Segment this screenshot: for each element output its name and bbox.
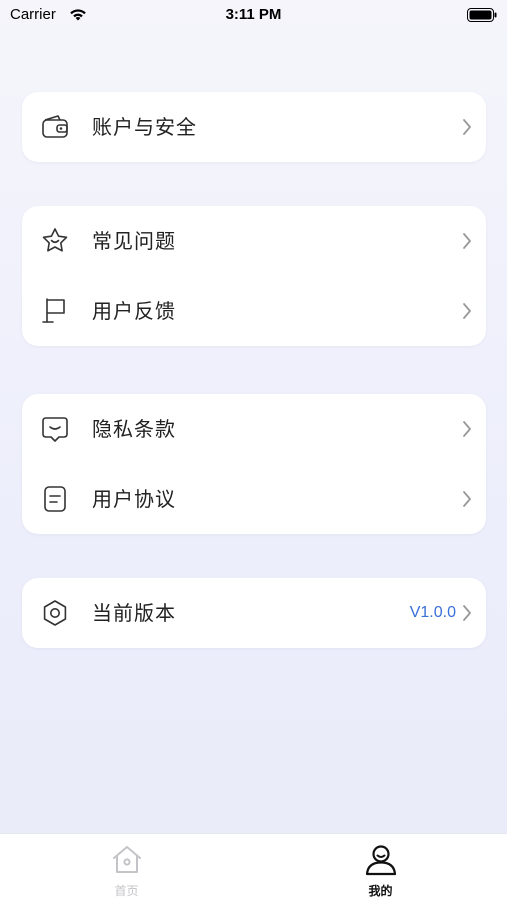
feedback-row[interactable]: 用户反馈 xyxy=(22,276,486,346)
settings-group-legal: 隐私条款 用户协议 xyxy=(22,394,486,534)
account-security-label: 账户与安全 xyxy=(92,115,197,139)
version-label: 当前版本 xyxy=(92,601,176,625)
wallet-icon xyxy=(42,115,68,138)
settings-group-help: 常见问题 用户反馈 xyxy=(22,206,486,346)
version-value: V1.0.0 xyxy=(409,604,456,621)
tab-mine[interactable]: 我的 xyxy=(254,834,507,901)
settings-group-version: 当前版本 V1.0.0 xyxy=(22,578,486,648)
chat-smile-icon xyxy=(42,417,68,442)
privacy-row[interactable]: 隐私条款 xyxy=(22,394,486,464)
chevron-right-icon xyxy=(463,233,471,249)
tab-home[interactable]: 首页 xyxy=(0,834,253,901)
chevron-right-icon xyxy=(463,303,471,319)
tab-mine-label: 我的 xyxy=(368,884,393,898)
faq-row[interactable]: 常见问题 xyxy=(22,206,486,276)
chevron-right-icon xyxy=(463,421,471,437)
chevron-right-icon xyxy=(463,119,471,135)
chevron-right-icon xyxy=(463,491,471,507)
status-bar: Carrier 3:11 PM xyxy=(0,0,507,30)
version-row[interactable]: 当前版本 V1.0.0 xyxy=(22,578,486,648)
hexagon-icon xyxy=(43,600,67,626)
star-face-icon xyxy=(42,228,68,252)
tab-bar: 首页 我的 xyxy=(0,833,507,901)
document-icon xyxy=(44,486,66,512)
user-agreement-row[interactable]: 用户协议 xyxy=(22,464,486,534)
account-security-row[interactable]: 账户与安全 xyxy=(22,92,486,162)
feedback-label: 用户反馈 xyxy=(92,299,176,323)
home-icon xyxy=(113,846,141,873)
settings-group-account: 账户与安全 xyxy=(22,92,486,162)
faq-label: 常见问题 xyxy=(92,229,176,253)
privacy-label: 隐私条款 xyxy=(92,417,176,441)
battery-icon xyxy=(467,8,497,22)
clock: 3:11 PM xyxy=(225,6,282,23)
user-icon xyxy=(365,845,397,876)
user-agreement-label: 用户协议 xyxy=(92,487,176,511)
chevron-right-icon xyxy=(463,605,471,621)
flag-icon xyxy=(42,298,65,323)
tab-home-label: 首页 xyxy=(114,884,139,898)
